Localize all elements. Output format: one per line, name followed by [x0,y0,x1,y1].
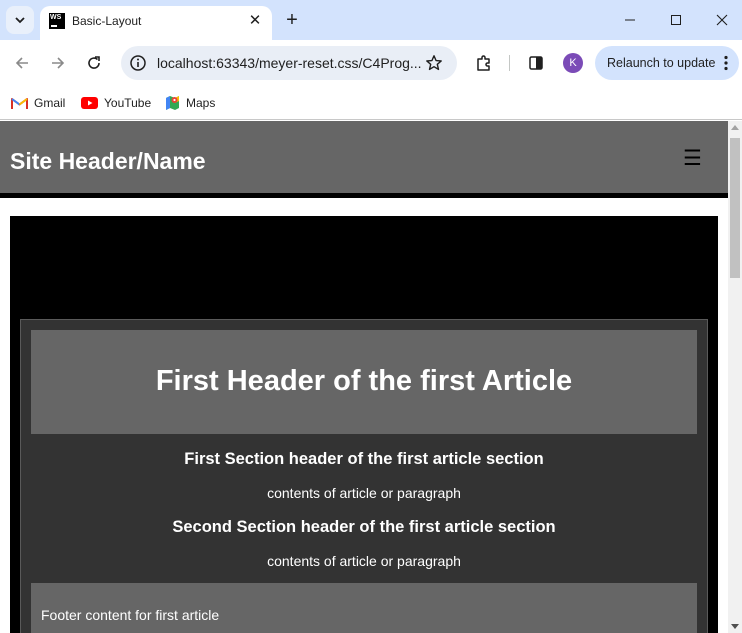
close-icon [716,14,728,26]
bookmark-gmail[interactable]: Gmail [11,93,65,113]
puzzle-icon [477,55,490,71]
arrow-right-icon [52,57,65,69]
address-bar[interactable]: localhost:63343/meyer-reset.css/C4Prog..… [121,46,457,80]
webstorm-favicon-icon: WS [49,13,65,29]
minimize-button[interactable] [618,8,642,32]
bookmark-label: Maps [186,96,216,110]
section-heading: Second Section header of the first artic… [172,518,556,536]
maximize-button[interactable] [664,8,688,32]
close-window-button[interactable] [710,8,734,32]
bookmark-label: YouTube [104,96,152,110]
relaunch-button[interactable]: Relaunch to update [595,46,739,80]
minimize-icon [625,19,635,21]
side-panel-button[interactable] [525,52,547,74]
article-header: First Header of the first Article [31,330,697,434]
article-title: First Header of the first Article [155,365,573,397]
scroll-up-arrow-icon[interactable] [731,125,739,130]
page-scrollbar[interactable] [728,121,742,633]
page-viewport: Site Header/Name ☰ First Header of the f… [0,121,728,633]
more-vertical-icon[interactable] [723,55,729,71]
maximize-icon [671,15,681,25]
forward-button[interactable] [46,51,70,75]
section-heading: First Section header of the first articl… [184,450,544,468]
side-panel-icon [529,56,543,70]
site-info-icon[interactable] [129,54,147,72]
bookmarks-bar: Gmail YouTube Maps [0,86,742,120]
scroll-down-arrow-icon[interactable] [731,624,739,629]
scrollbar-thumb[interactable] [730,138,740,278]
toolbar-divider [509,55,510,71]
reload-icon [88,56,100,69]
section-paragraph: contents of article or paragraph [267,553,461,569]
main-content: First Header of the first Article First … [10,216,718,633]
browser-toolbar: localhost:63343/meyer-reset.css/C4Prog..… [0,40,742,86]
maps-icon [166,96,179,110]
gmail-icon [11,97,28,109]
reload-button[interactable] [82,51,106,75]
extensions-button[interactable] [473,52,495,74]
youtube-icon [81,97,98,109]
profile-avatar[interactable]: K [563,53,583,73]
url-text[interactable]: localhost:63343/meyer-reset.css/C4Prog..… [157,55,421,71]
chevron-down-icon [15,17,25,24]
tab-search-button[interactable] [6,6,34,34]
bookmark-maps[interactable]: Maps [165,93,215,113]
bookmark-star-icon[interactable] [425,54,443,72]
site-title: Site Header/Name [10,148,206,174]
site-header: Site Header/Name ☰ [0,121,728,198]
section-paragraph: contents of article or paragraph [267,485,461,501]
new-tab-button[interactable]: + [281,9,303,31]
bookmark-label: Gmail [34,96,66,110]
article: First Header of the first Article First … [20,319,708,633]
browser-titlebar: WS Basic-Layout ✕ + [0,0,742,40]
tab-close-icon[interactable]: ✕ [246,11,264,29]
relaunch-label: Relaunch to update [607,56,716,70]
browser-tab[interactable]: WS Basic-Layout ✕ [40,6,272,40]
hamburger-menu-icon[interactable]: ☰ [683,146,702,171]
back-button[interactable] [10,51,34,75]
arrow-left-icon [15,57,28,69]
article-footer-text: Footer content for first article [41,607,220,623]
article-footer: Footer content for first article [31,583,697,633]
bookmark-youtube[interactable]: YouTube [81,93,151,113]
tab-title: Basic-Layout [72,14,142,28]
